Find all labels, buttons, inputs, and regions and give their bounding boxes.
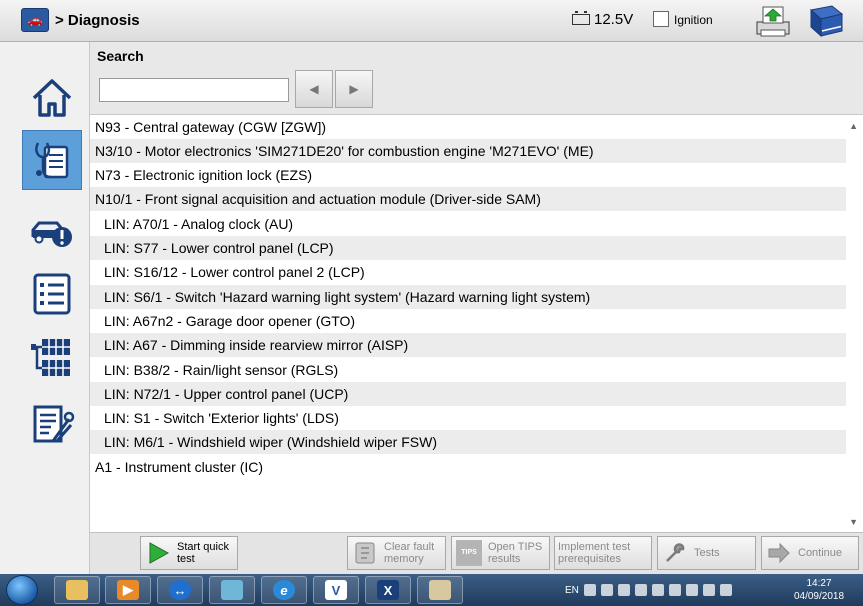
taskbar-explorer[interactable] — [54, 576, 100, 604]
car-logo-icon[interactable]: 🚗 — [21, 8, 49, 32]
clock-date: 04/09/2018 — [793, 591, 845, 602]
voltage-value: 12.5V — [594, 11, 634, 28]
sidebar-item-list[interactable] — [22, 264, 82, 324]
ignition-label: Ignition — [674, 13, 713, 27]
control-units-icon — [31, 339, 70, 376]
taskbar-paint[interactable] — [417, 576, 463, 604]
list-item[interactable]: LIN: S1 - Switch 'Exterior lights' (LDS) — [90, 406, 846, 430]
tips-icon: TIPS — [456, 540, 482, 566]
previous-match-button[interactable]: ◀ — [295, 70, 333, 108]
language-indicator[interactable]: EN — [565, 585, 579, 596]
volume-icon[interactable] — [651, 584, 664, 596]
window-app-icon — [221, 580, 243, 600]
continue-button[interactable]: Continue — [761, 536, 859, 570]
list-item[interactable]: LIN: B38/2 - Rain/light sensor (RGLS) — [90, 358, 846, 382]
taskbar: ▶ ↔ e V X EN 14:27 04/09/2018 — [0, 574, 863, 606]
sidebar-item-home[interactable] — [22, 68, 82, 128]
help-icon[interactable] — [583, 584, 596, 596]
battery-voltage: 12.5V — [572, 11, 633, 28]
taskbar-xentry[interactable]: X — [365, 576, 411, 604]
search-label: Search — [97, 48, 144, 64]
media-player-icon: ▶ — [117, 580, 139, 600]
list-item[interactable]: A1 - Instrument cluster (IC) — [90, 455, 846, 479]
list-item[interactable]: N93 - Central gateway (CGW [ZGW]) — [90, 115, 846, 139]
manual-book-button[interactable] — [806, 4, 846, 38]
system-tray: EN — [565, 574, 732, 606]
breadcrumb: > Diagnosis — [55, 12, 140, 29]
signal-icon[interactable] — [702, 584, 715, 596]
teamviewer-tray-icon[interactable] — [617, 584, 630, 596]
folder-icon — [66, 580, 88, 600]
title-bar: 🚗 > Diagnosis 12.5V Ignition — [0, 0, 863, 42]
list-item[interactable]: N73 - Electronic ignition lock (EZS) — [90, 163, 846, 187]
taskbar-media-player[interactable]: ▶ — [105, 576, 151, 604]
internet-explorer-icon: e — [273, 580, 295, 600]
list-item[interactable]: LIN: S16/12 - Lower control panel 2 (LCP… — [90, 260, 846, 284]
battery-icon — [572, 11, 590, 25]
list-icon — [33, 273, 71, 315]
list-item[interactable]: LIN: S6/1 - Switch 'Hazard warning light… — [90, 285, 846, 309]
tests-button[interactable]: Tests — [657, 536, 756, 570]
scroll-up-icon[interactable]: ▲ — [849, 121, 858, 131]
arrow-right-icon — [766, 540, 792, 566]
clear-fault-memory-button[interactable]: Clear fault memory — [347, 536, 446, 570]
sidebar-item-control-units[interactable] — [22, 328, 82, 388]
book-icon — [809, 5, 844, 38]
scroll-down-icon[interactable]: ▼ — [849, 517, 858, 527]
monitor-icon[interactable] — [719, 584, 732, 596]
arrow-left-icon: ◀ — [309, 82, 319, 96]
power-icon[interactable] — [634, 584, 647, 596]
list-item[interactable]: N3/10 - Motor electronics 'SIM271DE20' f… — [90, 139, 846, 163]
upload-printer-icon — [756, 6, 790, 37]
eraser-icon — [352, 540, 378, 566]
sidebar-item-documents[interactable] — [22, 394, 82, 454]
taskbar-app[interactable] — [209, 576, 255, 604]
next-match-button[interactable]: ▶ — [335, 70, 373, 108]
list-item[interactable]: LIN: A70/1 - Analog clock (AU) — [90, 212, 846, 236]
flag-icon[interactable] — [600, 584, 613, 596]
ignition-checkbox[interactable] — [653, 11, 669, 27]
document-tools-icon — [33, 405, 75, 443]
home-icon — [32, 79, 72, 117]
vertical-scrollbar[interactable]: ▲ ▼ — [846, 115, 863, 532]
list-item[interactable]: LIN: S77 - Lower control panel (LCP) — [90, 236, 846, 260]
teamviewer-icon: ↔ — [169, 580, 191, 600]
control-unit-list: N93 - Central gateway (CGW [ZGW]) N3/10 … — [90, 114, 863, 532]
vediamo-icon: V — [325, 580, 347, 600]
start-button[interactable] — [6, 575, 38, 605]
taskbar-internet-explorer[interactable]: e — [261, 576, 307, 604]
sidebar-item-vehicle-faults[interactable] — [22, 200, 82, 260]
sidebar — [0, 42, 90, 574]
arrow-right-icon: ▶ — [349, 82, 359, 96]
clock[interactable]: 14:27 04/09/2018 — [790, 577, 848, 603]
upload-printer-button[interactable] — [754, 4, 792, 38]
xentry-icon: X — [377, 580, 399, 600]
open-tips-results-button[interactable]: TIPS Open TIPS results — [451, 536, 550, 570]
list-item[interactable]: LIN: N72/1 - Upper control panel (UCP) — [90, 382, 846, 406]
clock-time: 14:27 — [806, 578, 832, 589]
network-icon[interactable] — [685, 584, 698, 596]
wrench-icon — [662, 540, 688, 566]
list-item[interactable]: N10/1 - Front signal acquisition and act… — [90, 187, 846, 211]
start-quick-test-button[interactable]: Start quick test — [140, 536, 238, 570]
diagnosis-clipboard-icon — [35, 142, 69, 179]
taskbar-teamviewer[interactable]: ↔ — [157, 576, 203, 604]
implement-test-prerequisites-button[interactable]: Implement test prerequisites — [554, 536, 652, 570]
search-input[interactable] — [99, 78, 289, 102]
list-item[interactable]: LIN: A67 - Dimming inside rearview mirro… — [90, 333, 846, 357]
car-warning-icon — [31, 221, 72, 247]
paint-icon — [429, 580, 451, 600]
list-item[interactable]: LIN: M6/1 - Windshield wiper (Windshield… — [90, 430, 846, 454]
sidebar-item-diagnosis[interactable] — [22, 130, 82, 190]
tray-app-icon[interactable] — [668, 584, 681, 596]
list-item[interactable]: LIN: A67n2 - Garage door opener (GTO) — [90, 309, 846, 333]
action-bar: Start quick test Clear fault memory TIPS O… — [90, 532, 863, 574]
main-panel: Search ◀ ▶ N93 - Central gateway (CGW [Z… — [90, 42, 863, 532]
taskbar-vediamo[interactable]: V — [313, 576, 359, 604]
play-icon — [145, 540, 171, 566]
